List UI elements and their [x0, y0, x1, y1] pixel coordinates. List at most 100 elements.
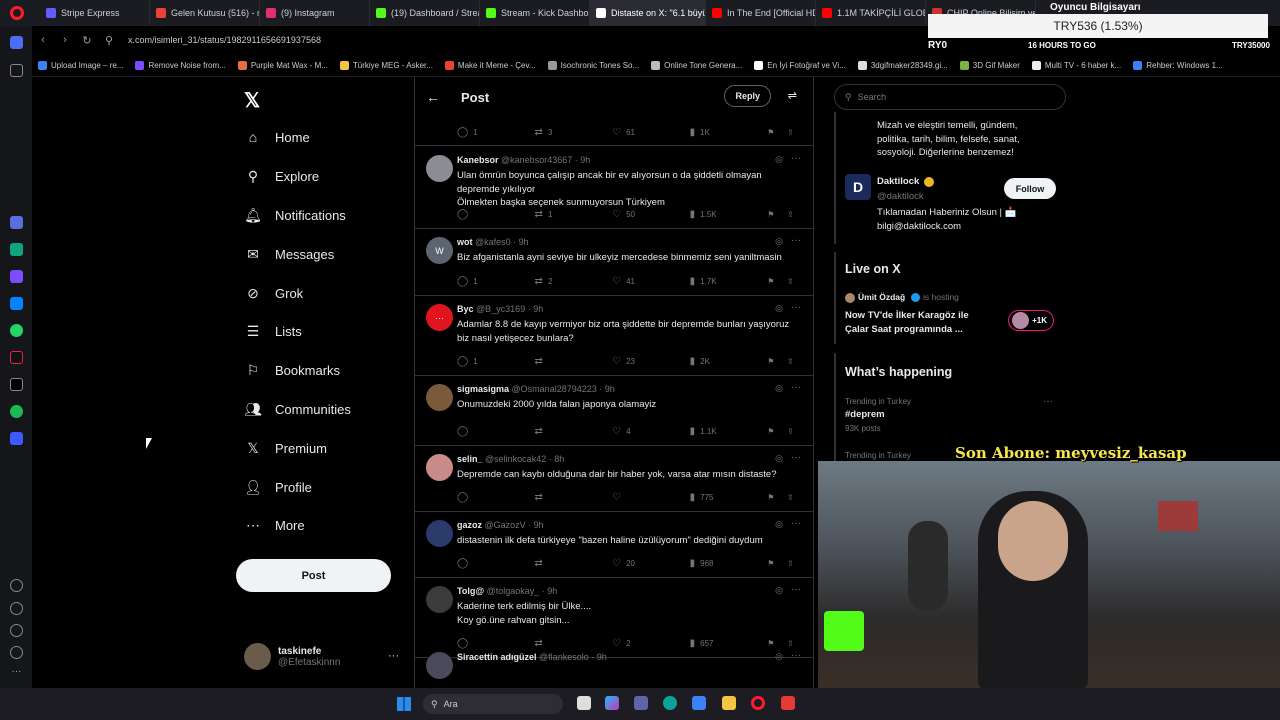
bookmark-item[interactable]: Rehber: Windows 1... [1127, 60, 1228, 70]
repost-action[interactable]: ⇄ [535, 492, 613, 503]
browser-tab[interactable]: Distaste on X: "6.1 büyükl... [590, 0, 706, 26]
reply-tweet[interactable]: ··· Byc @B_yc3169 · 9h ◎ ··· Adamlar 8.8 de … [415, 296, 813, 376]
like-action[interactable]: ♡ 41 [612, 276, 690, 287]
more-icon[interactable]: ··· [791, 302, 801, 313]
bookmark-item[interactable]: Online Tone Genera... [645, 60, 748, 70]
store-icon[interactable] [692, 696, 706, 710]
share-icon[interactable]: ⇪ [787, 427, 801, 436]
views-action[interactable]: ▮ 1K [690, 127, 768, 138]
grok-icon[interactable]: ◎ [775, 154, 783, 165]
live-host[interactable]: Ümit Özdağ [858, 291, 905, 305]
reply-action[interactable]: ◯ [457, 492, 535, 503]
like-action[interactable]: ♡ [612, 492, 690, 503]
nav-item-lists[interactable]: ☰ Lists [244, 322, 302, 340]
bookmark-item[interactable]: 3dgifmaker28349.gi... [852, 60, 954, 70]
more-icon[interactable]: ··· [791, 584, 801, 595]
browser-tab[interactable]: (9) Instagram [260, 0, 370, 26]
player-icon[interactable] [10, 432, 23, 445]
tweet-author[interactable]: Tolg@ [457, 586, 484, 596]
bookmark-icon[interactable]: ⚑ [767, 277, 787, 286]
more-icon[interactable]: ··· [791, 382, 801, 393]
nav-item-communities[interactable]: 👥︎ Communities [244, 400, 351, 418]
teams-icon[interactable] [634, 696, 648, 710]
repost-action[interactable]: ⇄ [535, 558, 613, 569]
views-action[interactable]: ▮ 1.5K [690, 209, 768, 220]
bookmark-item[interactable]: Purple Mat Wax - M... [232, 60, 334, 70]
grok-icon[interactable]: ◎ [775, 383, 783, 394]
messenger-icon[interactable] [10, 297, 23, 310]
share-icon[interactable]: ⇪ [787, 210, 801, 219]
grok-icon[interactable]: ◎ [775, 651, 783, 662]
tiktok-icon[interactable] [10, 351, 23, 364]
tweet-author[interactable]: sigmasigma [457, 384, 509, 394]
bookmark-icon[interactable]: ⚑ [767, 128, 787, 137]
browser-tab[interactable]: Gelen Kutusu (516) - no... [150, 0, 260, 26]
like-action[interactable]: ♡ 50 [612, 209, 690, 220]
reply-action[interactable]: ◯ 1 [457, 127, 535, 138]
reply-action[interactable]: ◯ [457, 558, 535, 569]
taskbar-search[interactable]: ⚲ Ara [423, 694, 563, 714]
nav-item-more[interactable]: ⋯ More [244, 516, 305, 534]
more-icon[interactable]: ··· [791, 452, 801, 463]
avatar[interactable]: ··· [426, 304, 453, 331]
follow-button[interactable]: Follow [1004, 178, 1056, 199]
reply-tweet[interactable]: Wwot @kafes0 · 9h ◎ ··· Biz afganistanla ay… [415, 229, 813, 296]
bookmark-item[interactable]: Türkiye MEG - Asker... [334, 60, 439, 70]
explorer-icon[interactable] [722, 696, 736, 710]
bookmark-item[interactable]: Make it Meme - Çev... [439, 60, 542, 70]
like-action[interactable]: ♡ 4 [612, 426, 690, 437]
nav-item-profile[interactable]: 👤︎ Profile [244, 478, 312, 496]
share-icon[interactable]: ⇪ [787, 493, 801, 502]
avatar[interactable] [426, 384, 453, 411]
views-action[interactable]: ▮ 968 [690, 558, 768, 569]
browser-tab[interactable]: Stream - Kick Dashboard [480, 0, 590, 26]
account-switcher[interactable]: taskinefe @Efetaskinnn [244, 643, 340, 670]
bookmark-item[interactable]: Multi TV - 6 haber k... [1026, 60, 1127, 70]
browser-tab[interactable]: 1.1M TAKİPÇİLİ GLOBAL... [816, 0, 926, 26]
views-action[interactable]: ▮ 1.7K [690, 276, 768, 287]
avatar[interactable] [426, 155, 453, 182]
avatar[interactable] [426, 520, 453, 547]
views-action[interactable]: ▮ 2K [690, 356, 768, 367]
reply-action[interactable]: ◯ [457, 209, 535, 220]
browser-tab[interactable]: (19) Dashboard / Stream [370, 0, 480, 26]
avatar[interactable] [426, 652, 453, 679]
trend-tag[interactable]: #deprem [845, 408, 885, 422]
forward-arrow-icon[interactable]: › [54, 34, 76, 46]
nav-item-messages[interactable]: ✉ Messages [244, 245, 334, 263]
reply-button[interactable]: Reply [724, 85, 771, 107]
avatar[interactable] [426, 586, 453, 613]
post-button[interactable]: Post [236, 559, 391, 592]
repost-action[interactable]: ⇄ 2 [535, 276, 613, 287]
windows-start-icon[interactable] [397, 697, 411, 711]
more-icon[interactable]: ··· [791, 650, 801, 661]
more-icon[interactable]: ··· [791, 235, 801, 246]
history-icon[interactable] [10, 602, 23, 615]
bookmark-item[interactable]: Remove Noise from... [129, 60, 231, 70]
grok-icon[interactable]: ◎ [775, 519, 783, 530]
tweet-author[interactable]: gazoz [457, 520, 482, 530]
task-view-icon[interactable] [577, 696, 591, 710]
heart-icon[interactable] [10, 579, 23, 592]
account-more-icon[interactable]: ··· [388, 650, 399, 662]
like-action[interactable]: ♡ 20 [612, 558, 690, 569]
site-info-icon[interactable]: ⚲ [98, 34, 120, 47]
nav-item-premium[interactable]: 𝕏 Premium [244, 439, 327, 457]
grok-icon[interactable]: ◎ [775, 303, 783, 314]
bookmark-icon[interactable]: ⚑ [767, 559, 787, 568]
nav-item-home[interactable]: ⌂ Home [244, 128, 310, 146]
opera-icon[interactable] [751, 696, 765, 710]
views-action[interactable]: ▮ 775 [690, 492, 768, 503]
tweet-author[interactable]: Byc [457, 304, 474, 314]
bookmark-item[interactable]: 3D Gif Maker [954, 60, 1026, 70]
repost-action[interactable]: ⇄ 3 [535, 127, 613, 138]
bookmark-icon[interactable]: ⚑ [767, 427, 787, 436]
browser-tab[interactable]: In The End [Official HD M... [706, 0, 816, 26]
repost-action[interactable]: ⇄ [535, 356, 613, 367]
reply-tweet[interactable]: Siracettin adıgüzel @flankesolo · 9h ◎ ···… [415, 644, 813, 688]
reply-tweet[interactable]: Kanebsor @kanebsor43667 · 9h ◎ ··· Ulan ömr… [415, 147, 813, 229]
nav-item-grok[interactable]: ⊘ Grok [244, 284, 303, 302]
grok-icon[interactable]: ◎ [775, 585, 783, 596]
like-action[interactable]: ♡ 23 [612, 356, 690, 367]
bookmark-item[interactable]: Isochronic Tones So... [542, 60, 646, 70]
